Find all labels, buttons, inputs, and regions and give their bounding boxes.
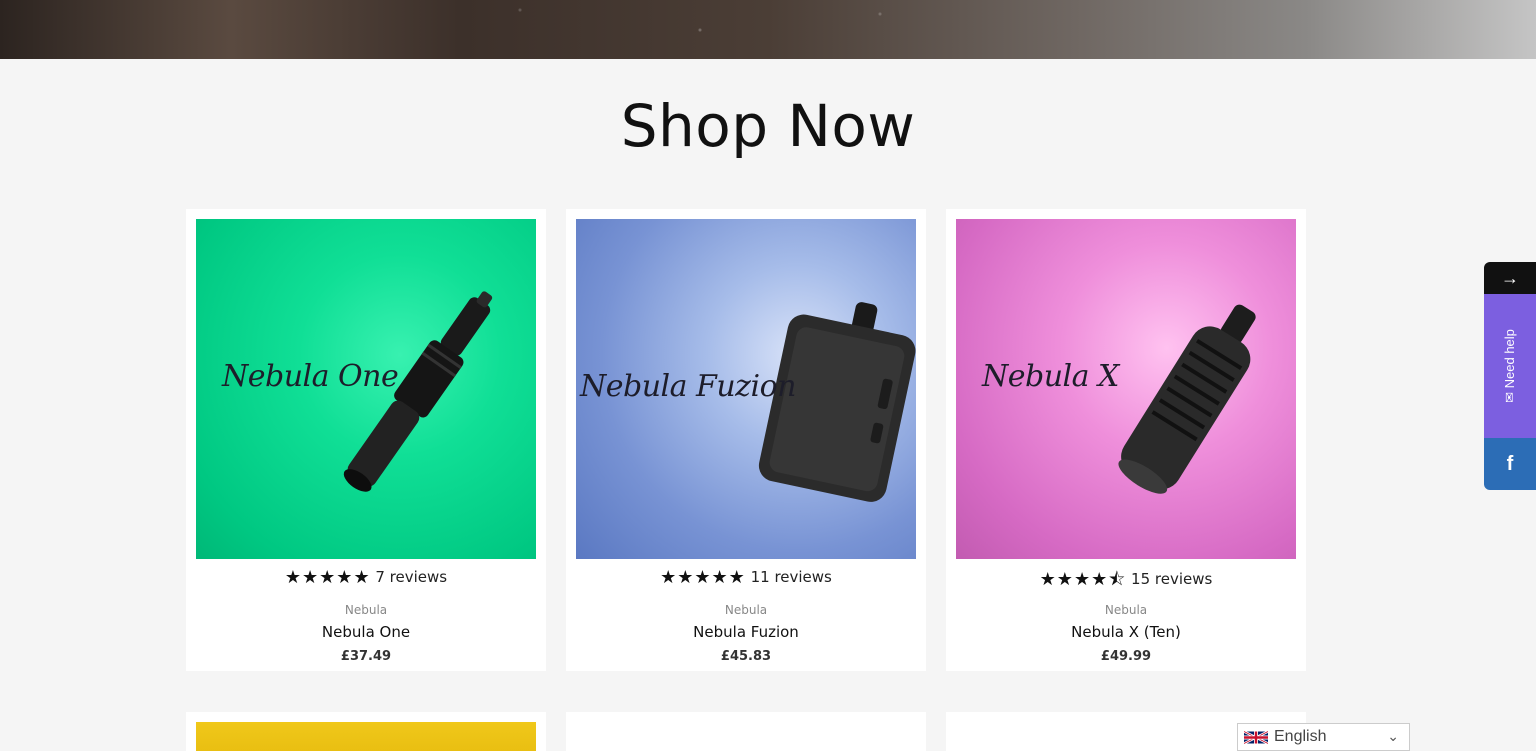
review-count[interactable]: 11 reviews bbox=[751, 568, 832, 586]
product-script-label: Nebula Fuzion bbox=[580, 369, 796, 404]
product-name[interactable]: Nebula Fuzion bbox=[566, 623, 926, 641]
review-count[interactable]: 7 reviews bbox=[375, 568, 447, 586]
product-script-label: Nebula One bbox=[222, 359, 399, 394]
product-script-label: Nebula X bbox=[982, 359, 1119, 394]
product-card[interactable]: Nebula One ★★★★★ 7 reviews Nebula Nebula… bbox=[186, 209, 546, 671]
need-help-button[interactable]: ✉ Need help bbox=[1484, 294, 1536, 438]
language-selector[interactable]: English ⌄ bbox=[1237, 723, 1410, 751]
review-count[interactable]: 15 reviews bbox=[1131, 570, 1212, 588]
product-image[interactable]: Nebula X bbox=[956, 219, 1296, 559]
mail-icon: ✉ bbox=[1502, 392, 1517, 403]
product-image[interactable]: Nebula One bbox=[196, 219, 536, 559]
language-label: English bbox=[1274, 728, 1327, 745]
product-rating: ★★★★★ 7 reviews bbox=[186, 567, 546, 588]
product-vendor: Nebula bbox=[344, 603, 388, 617]
product-vendor: Nebula bbox=[724, 603, 768, 617]
product-card[interactable]: Nebula X ★★★★⯪ 15 reviews Nebula Nebula … bbox=[946, 209, 1306, 671]
hero-banner-strip bbox=[0, 0, 1536, 59]
product-name[interactable]: Nebula X (Ten) bbox=[946, 623, 1306, 641]
product-card[interactable] bbox=[186, 712, 546, 751]
product-image[interactable] bbox=[196, 722, 536, 751]
chevron-down-icon: ⌄ bbox=[1387, 728, 1399, 744]
product-vendor: Nebula bbox=[1104, 603, 1148, 617]
product-price: £45.83 bbox=[720, 649, 772, 664]
product-name[interactable]: Nebula One bbox=[186, 623, 546, 641]
need-help-label: Need help bbox=[1502, 329, 1517, 389]
product-card[interactable]: Nebula Fuzion ★★★★★ 11 reviews Nebula Ne… bbox=[566, 209, 926, 671]
star-rating-icon: ★★★★★ bbox=[284, 567, 371, 588]
product-rating: ★★★★⯪ 15 reviews bbox=[946, 567, 1306, 597]
collapse-arrow-icon[interactable]: → bbox=[1484, 262, 1536, 294]
product-image[interactable]: Nebula Fuzion bbox=[576, 219, 916, 559]
star-rating-icon: ★★★★★ bbox=[660, 567, 746, 588]
section-title: Shop Now bbox=[620, 92, 916, 160]
uk-flag-icon bbox=[1244, 729, 1268, 745]
star-rating-icon: ★★★★⯪ bbox=[1039, 569, 1127, 590]
product-rating: ★★★★★ 11 reviews bbox=[566, 567, 926, 588]
product-card[interactable] bbox=[566, 712, 926, 751]
help-widget: → ✉ Need help f bbox=[1484, 262, 1536, 490]
facebook-icon[interactable]: f bbox=[1484, 438, 1536, 490]
product-price: £49.99 bbox=[1100, 649, 1152, 664]
product-price: £37.49 bbox=[340, 649, 392, 664]
